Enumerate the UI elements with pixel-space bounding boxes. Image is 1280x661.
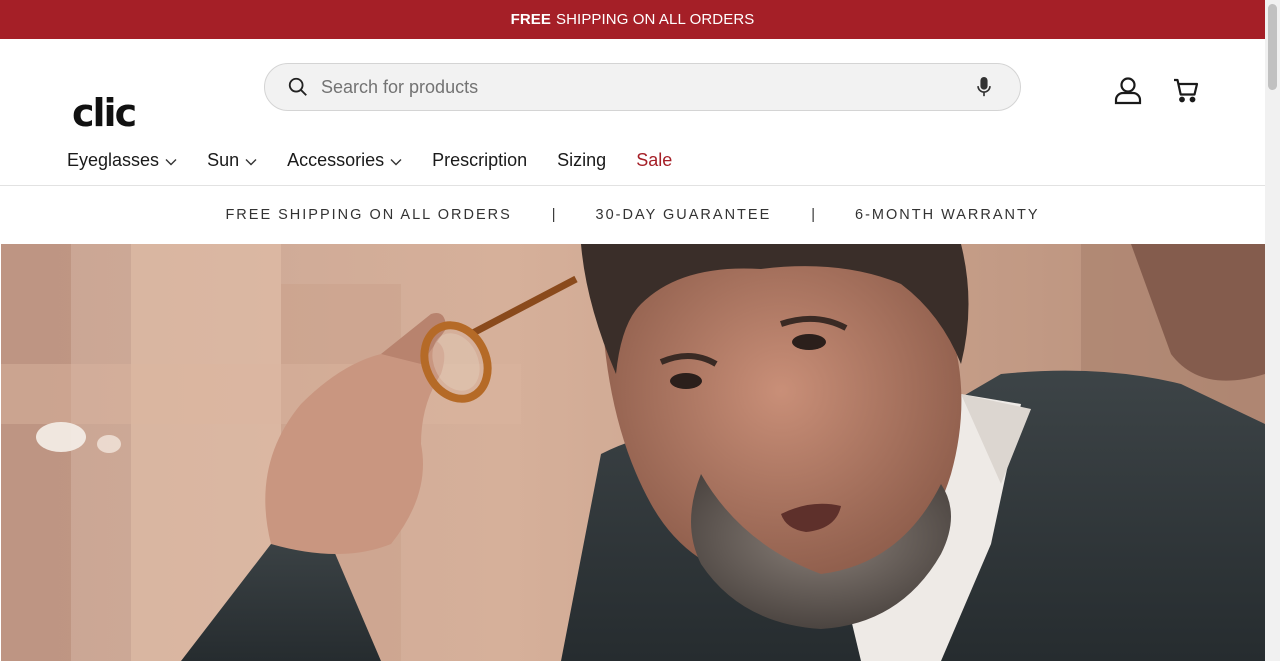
main-nav: Eyeglasses Sun Accessories Prescription … <box>0 135 1265 186</box>
nav-label: Sizing <box>557 149 607 170</box>
nav-label: Eyeglasses <box>67 149 160 170</box>
page: FREE SHIPPING ON ALL ORDERS clic Eyeglas… <box>0 0 1265 661</box>
nav-label: Sale <box>636 149 673 170</box>
nav-label: Prescription <box>432 149 528 170</box>
nav-item-sizing[interactable]: Sizing <box>557 150 606 171</box>
hero-image <box>1 244 1265 661</box>
scrollbar[interactable] <box>1265 0 1280 661</box>
search-bar[interactable] <box>264 63 1021 111</box>
announcement-bar: FREE SHIPPING ON ALL ORDERS <box>0 0 1265 39</box>
usp-bar: FREE SHIPPING ON ALL ORDERS | 30-DAY GUA… <box>0 186 1265 243</box>
chevron-down-icon <box>165 158 177 166</box>
chevron-down-icon <box>390 158 402 166</box>
hero-video[interactable] <box>1 244 1265 661</box>
usp-free-shipping: FREE SHIPPING ON ALL ORDERS <box>225 206 512 223</box>
announcement-text: SHIPPING ON ALL ORDERS <box>556 11 755 28</box>
nav-item-eyeglasses[interactable]: Eyeglasses <box>67 150 177 171</box>
nav-item-prescription[interactable]: Prescription <box>432 150 527 171</box>
usp-guarantee: 30-DAY GUARANTEE <box>595 206 772 223</box>
nav-label: Sun <box>207 149 240 170</box>
header-actions <box>1113 75 1201 105</box>
user-icon[interactable] <box>1113 75 1143 105</box>
nav-item-sale[interactable]: Sale <box>636 150 672 171</box>
usp-separator: | <box>811 206 816 223</box>
usp-warranty: 6-MONTH WARRANTY <box>855 206 1040 223</box>
nav-item-accessories[interactable]: Accessories <box>287 150 402 171</box>
site-header: clic <box>0 39 1265 135</box>
microphone-icon[interactable] <box>972 75 996 99</box>
cart-icon[interactable] <box>1171 75 1201 105</box>
nav-label: Accessories <box>287 149 385 170</box>
search-input[interactable] <box>321 64 972 110</box>
nav-item-sun[interactable]: Sun <box>207 150 257 171</box>
search-icon[interactable] <box>287 75 311 99</box>
logo[interactable]: clic <box>72 94 137 132</box>
scrollbar-thumb[interactable] <box>1268 4 1277 90</box>
usp-separator: | <box>551 206 556 223</box>
announcement-bold: FREE <box>510 11 552 28</box>
chevron-down-icon <box>245 158 257 166</box>
